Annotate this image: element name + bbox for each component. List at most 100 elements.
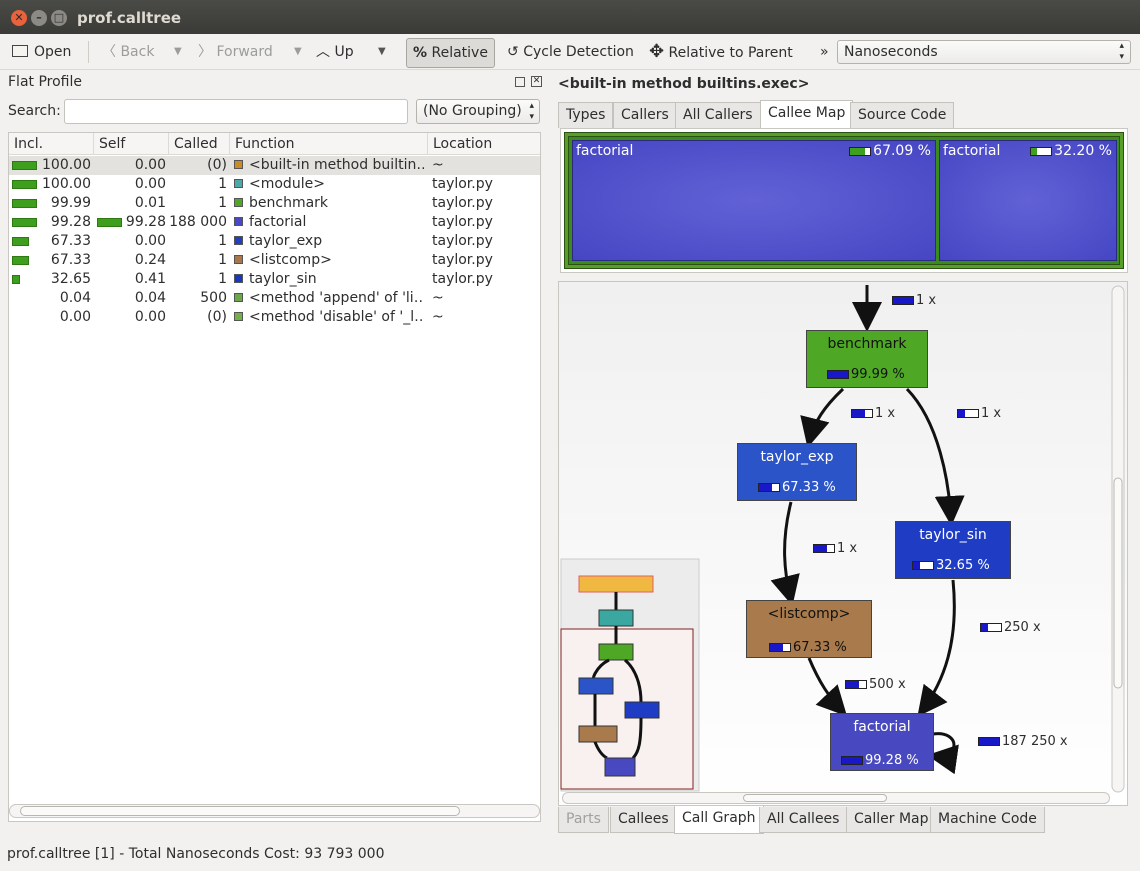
cell-function: taylor_exp [234,232,424,251]
node-taylor-sin-label: taylor_sin [919,527,987,543]
cell-incl: 0.00 [59,309,91,325]
flat-profile-title: Flat Profile [8,74,82,90]
maximize-window-button[interactable]: □ [51,10,67,26]
cell-called: 500 [200,290,227,306]
cell-incl: 100.00 [42,176,91,192]
toolbar-overflow-button[interactable]: » [820,40,829,66]
event-type-value: Nanoseconds [844,44,938,60]
cost-bar-icon [845,680,867,689]
node-listcomp[interactable]: <listcomp> 67.33 % [746,600,872,658]
cell-function: <method 'disable' of '_l… [234,308,424,327]
event-type-select[interactable]: Nanoseconds ▴ ▾ [837,40,1131,64]
open-button[interactable]: Open [12,40,71,66]
edge-label-sin-fact: 250 x [980,620,1041,635]
cell-called: 1 [218,195,227,211]
table-row[interactable]: 67.33 0.00 1 taylor_exp taylor.py [9,232,540,251]
cell-called: (0) [207,157,227,173]
treemap-inner-block[interactable]: factorial 67.09 % factorial 32.20 % [568,136,1120,265]
table-row[interactable]: 100.00 0.00 1 <module> taylor.py [9,175,540,194]
scrollbar-thumb[interactable] [743,794,887,802]
forward-dropdown-button[interactable]: ▼ [294,40,302,66]
float-panel-icon[interactable] [515,77,525,87]
column-header-location[interactable]: Location [428,133,540,155]
toolbar: Open 〈 Back ▼ 〉 Forward ▼ ︿ Up ▼ % Relat… [0,34,1140,70]
cell-function: taylor_sin [234,270,424,289]
node-taylor-exp-label: taylor_exp [760,449,834,465]
node-factorial[interactable]: factorial 99.28 % [830,713,934,771]
chevron-up-icon: ︿ [316,44,330,60]
tab-callers[interactable]: Callers [613,102,677,128]
cost-bar-icon [813,544,835,553]
up-button[interactable]: ︿ Up [316,40,354,66]
tab-all-callers[interactable]: All Callers [675,102,761,128]
tab-types[interactable]: Types [558,102,614,128]
tab-callees[interactable]: Callees [610,807,677,833]
function-color-swatch [234,274,243,283]
grouping-select[interactable]: (No Grouping) ▴ ▾ [416,99,540,124]
treemap-factorial-right[interactable]: factorial 32.20 % [939,140,1117,261]
table-row[interactable]: 32.65 0.41 1 taylor_sin taylor.py [9,270,540,289]
relative-to-parent-button[interactable]: ✥ Relative to Parent [649,40,793,66]
forward-label: Forward [216,44,273,60]
up-dropdown-button[interactable]: ▼ [378,40,386,66]
function-color-swatch [234,179,243,188]
cost-bar-icon [980,623,1002,632]
treemap-root-block[interactable]: factorial 67.09 % factorial 32.20 % [564,132,1124,269]
column-header-self[interactable]: Self [94,133,169,155]
column-header-function[interactable]: Function [230,133,428,155]
overview-minimap [560,558,700,792]
table-row[interactable]: 100.00 0.00 (0) <built-in method builtin… ~ [9,156,540,175]
call-graph-view[interactable]: benchmark 99.99 % taylor_exp 67.33 % tay… [558,281,1128,806]
cell-incl: 0.04 [59,290,91,306]
edge-label-bench-exp: 1 x [851,406,895,421]
cell-location: taylor.py [432,214,493,230]
tab-machine-code[interactable]: Machine Code [930,807,1045,833]
tab-all-callees[interactable]: All Callees [759,807,848,833]
up-label: Up [334,44,354,60]
cell-self: 0.01 [134,195,166,211]
tab-call-graph[interactable]: Call Graph [674,806,764,834]
cell-incl: 32.65 [50,271,91,287]
table-horizontal-scrollbar[interactable] [9,804,540,818]
chevron-updown-icon: ▴ ▾ [1119,41,1124,62]
graph-horizontal-scrollbar[interactable] [562,792,1110,804]
table-row[interactable]: 99.28 99.28 188 000 factorial taylor.py [9,213,540,232]
node-factorial-label: factorial [853,719,911,735]
node-benchmark[interactable]: benchmark 99.99 % [806,330,928,388]
cell-self: 0.00 [134,309,166,325]
node-taylor-sin[interactable]: taylor_sin 32.65 % [895,521,1011,579]
minimize-window-button[interactable]: – [31,10,47,26]
title-bar: ✕ – □ prof.calltree [0,0,1140,34]
tab-source-code[interactable]: Source Code [850,102,955,128]
column-header-called[interactable]: Called [169,133,230,155]
column-header-incl[interactable]: Incl. [9,133,94,155]
table-row[interactable]: 0.04 0.04 500 <method 'append' of 'li… ~ [9,289,540,308]
pane-splitter[interactable] [545,70,552,843]
node-benchmark-label: benchmark [827,336,907,352]
incl-cost-bar [12,180,37,189]
close-window-button[interactable]: ✕ [11,10,27,26]
close-panel-icon[interactable]: ✕ [531,76,542,87]
relative-toggle[interactable]: % Relative [406,38,495,68]
table-row[interactable]: 99.99 0.01 1 benchmark taylor.py [9,194,540,213]
cell-incl: 100.00 [42,157,91,173]
table-row[interactable]: 67.33 0.24 1 <listcomp> taylor.py [9,251,540,270]
node-taylor-exp[interactable]: taylor_exp 67.33 % [737,443,857,501]
cycle-detection-button[interactable]: ↺ Cycle Detection [507,40,634,66]
incl-cost-bar [12,199,37,208]
scrollbar-thumb[interactable] [20,806,460,816]
tab-caller-map[interactable]: Caller Map [846,807,937,833]
back-button[interactable]: 〈 Back [102,40,154,66]
tab-callee-map[interactable]: Callee Map [760,100,854,128]
tab-parts[interactable]: Parts [558,807,609,833]
treemap-factorial-left[interactable]: factorial 67.09 % [572,140,936,261]
top-tab-bar: Types Callers All Callers Callee Map Source … [558,100,1138,128]
search-input[interactable] [64,99,408,124]
cell-incl: 67.33 [50,252,91,268]
function-color-swatch [234,198,243,207]
cell-location: ~ [432,309,444,325]
back-dropdown-button[interactable]: ▼ [174,40,182,66]
cell-function: <built-in method builtin… [234,156,424,175]
table-row[interactable]: 0.00 0.00 (0) <method 'disable' of '_l… ~ [9,308,540,327]
forward-button[interactable]: 〉 Forward [198,40,273,66]
